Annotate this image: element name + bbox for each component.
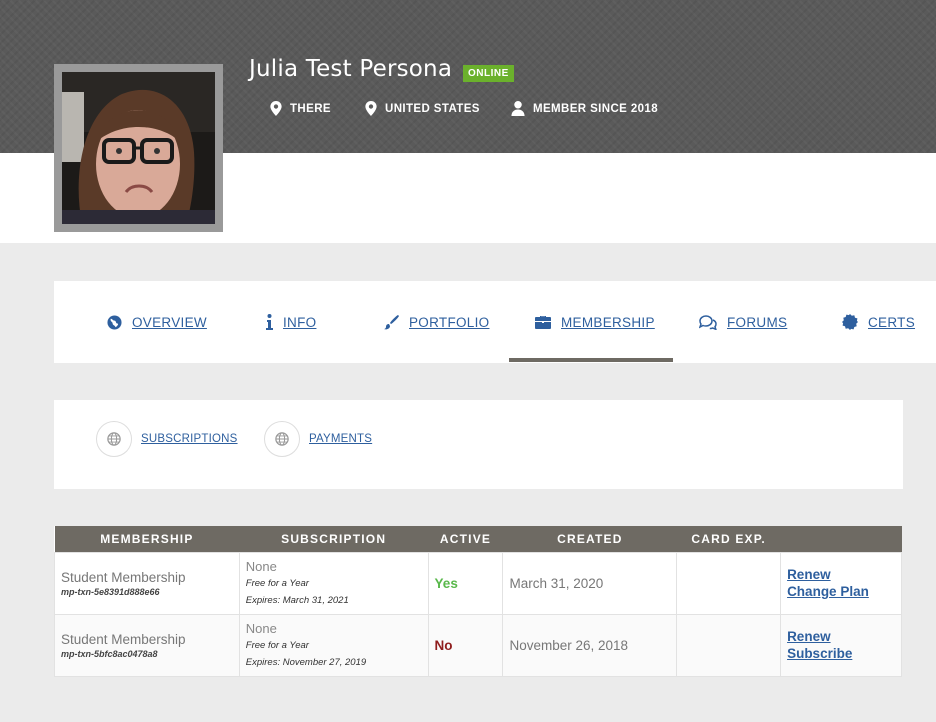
user-icon: [511, 101, 525, 116]
active-tab-indicator: [509, 358, 673, 362]
change-plan-link[interactable]: Change Plan: [787, 583, 895, 600]
profile-name: Julia Test Persona: [249, 56, 453, 82]
globe-icon: [264, 421, 300, 457]
meta-label: UNITED STATES: [385, 102, 480, 115]
meta-location-city: THERE: [270, 101, 331, 116]
comments-icon: [699, 314, 717, 330]
cell-card-exp: [676, 613, 782, 677]
tab-portfolio[interactable]: PORTFOLIO: [383, 311, 489, 333]
subnav-label: SUBSCRIPTIONS: [141, 433, 238, 445]
subscription-expires: Expires: March 31, 2021: [245, 594, 349, 606]
tab-certs[interactable]: CERTS: [842, 311, 915, 333]
cell-active: No: [427, 613, 504, 677]
column-header: CREATED: [502, 526, 677, 552]
cell-subscription: None Free for a Year Expires: November 2…: [238, 613, 429, 677]
column-header: MEMBERSHIP: [54, 526, 240, 552]
renew-link[interactable]: Renew: [787, 628, 895, 645]
tab-label: MEMBERSHIP: [561, 314, 655, 330]
column-header: SUBSCRIPTION: [239, 526, 429, 552]
cell-subscription: None Free for a Year Expires: March 31, …: [238, 551, 429, 615]
subscription-value: None: [245, 620, 277, 636]
subscription-value: None: [245, 558, 277, 574]
tab-label: CERTS: [868, 314, 916, 330]
column-header: CARD EXP.: [676, 526, 781, 552]
online-status-badge: ONLINE: [463, 65, 514, 82]
membership-name: Student Membership: [61, 631, 186, 647]
globe-icon: [107, 314, 122, 330]
tab-info[interactable]: INFO: [266, 311, 316, 333]
globe-icon: [96, 421, 132, 457]
cell-actions: Renew Change Plan: [780, 551, 902, 615]
cell-created: March 31, 2020: [502, 551, 678, 615]
cell-membership: Student Membership mp-txn-5e8391d888e66: [54, 551, 240, 615]
info-icon: [266, 314, 273, 330]
brush-icon: [384, 315, 399, 330]
tab-label: FORUMS: [727, 314, 788, 330]
tab-label: OVERVIEW: [132, 314, 207, 330]
map-marker-icon: [270, 101, 282, 116]
profile-tabs: OVERVIEW INFO PORTFOLIO MEMBERSHIP FORUM…: [54, 281, 936, 363]
membership-subnav: SUBSCRIPTIONS PAYMENTS: [54, 400, 903, 489]
subscribe-link[interactable]: Subscribe: [787, 645, 895, 662]
subnav-payments[interactable]: PAYMENTS: [264, 421, 372, 457]
active-status: Yes: [434, 575, 458, 591]
membership-name: Student Membership: [61, 569, 186, 585]
tab-label: INFO: [283, 314, 317, 330]
column-header: [780, 526, 902, 552]
tab-forums[interactable]: FORUMS: [699, 311, 787, 333]
active-status: No: [434, 637, 453, 653]
cell-membership: Student Membership mp-txn-5bfc8ac0478a8: [54, 613, 240, 677]
briefcase-icon: [535, 316, 551, 329]
subscription-note: Free for a Year: [245, 577, 309, 589]
tab-label: PORTFOLIO: [409, 314, 490, 330]
meta-location-country: UNITED STATES: [365, 101, 480, 116]
meta-label: THERE: [290, 102, 331, 115]
membership-table: MEMBERSHIP SUBSCRIPTION ACTIVE CREATED C…: [54, 526, 902, 677]
cell-actions: Renew Subscribe: [780, 613, 902, 677]
meta-label: MEMBER SINCE 2018: [533, 102, 659, 115]
renew-link[interactable]: Renew: [787, 566, 895, 583]
transaction-id: mp-txn-5e8391d888e66: [61, 586, 160, 597]
column-header: ACTIVE: [428, 526, 503, 552]
tab-membership[interactable]: MEMBERSHIP: [535, 311, 655, 333]
subscription-note: Free for a Year: [245, 639, 309, 651]
certificate-icon: [842, 314, 858, 330]
subnav-subscriptions[interactable]: SUBSCRIPTIONS: [96, 421, 238, 457]
avatar[interactable]: [62, 72, 215, 224]
tab-overview[interactable]: OVERVIEW: [107, 311, 207, 333]
table-header-row: MEMBERSHIP SUBSCRIPTION ACTIVE CREATED C…: [54, 526, 902, 552]
table-row: Student Membership mp-txn-5e8391d888e66 …: [54, 551, 902, 615]
cell-card-exp: [676, 551, 782, 615]
meta-member-since: MEMBER SINCE 2018: [511, 101, 658, 116]
subscription-expires: Expires: November 27, 2019: [245, 656, 367, 668]
map-marker-icon: [365, 101, 377, 116]
cell-active: Yes: [427, 551, 504, 615]
subnav-label: PAYMENTS: [309, 433, 373, 445]
transaction-id: mp-txn-5bfc8ac0478a8: [61, 648, 158, 659]
table-row: Student Membership mp-txn-5bfc8ac0478a8 …: [54, 613, 902, 677]
cell-created: November 26, 2018: [502, 613, 678, 677]
